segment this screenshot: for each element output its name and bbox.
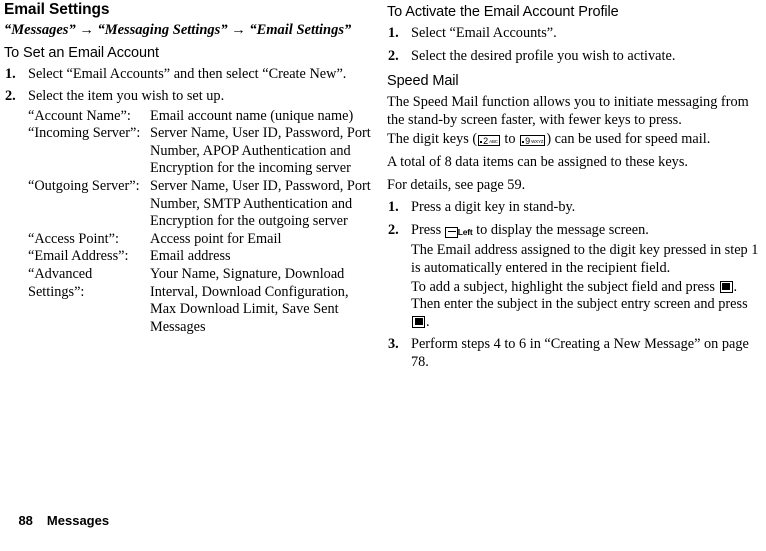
definition-description: Server Name, User ID, Password, Port Num…	[150, 125, 371, 177]
set-email-account-steps: 1. Select “Email Accounts” and then sele…	[4, 66, 377, 106]
step-item: 3. Perform steps 4 to 6 in “Creating a N…	[387, 336, 760, 371]
center-select-key-icon	[719, 280, 733, 293]
definition-description: Server Name, User ID, Password, Port Num…	[150, 178, 371, 230]
left-column: Email Settings “Messages” → “Messaging S…	[4, 0, 377, 336]
speed-mail-steps: 1. Press a digit key in stand-by. 2. Pre…	[387, 199, 760, 371]
step-number: 2.	[5, 88, 16, 105]
keycap-digit: 2	[483, 136, 489, 147]
step-text: Select the desired profile you wish to a…	[411, 47, 676, 64]
definition-term: “Advanced Settings”:	[28, 266, 93, 300]
page-footer: 88 Messages	[4, 497, 109, 545]
step-text: Select “Email Accounts” and then select …	[28, 65, 347, 82]
definition-term: “Outgoing Server”:	[28, 178, 140, 195]
details-reference-paragraph: For details, see page 59.	[387, 176, 526, 193]
definition-row: “Outgoing Server”: Server Name, User ID,…	[4, 178, 377, 231]
footer-page-number: 88	[18, 513, 33, 528]
subject-text-part1: To add a subject, highlight the subject …	[411, 278, 719, 295]
definition-term: “Account Name”:	[28, 107, 131, 124]
subject-text-part3: .	[426, 313, 430, 330]
keycap-letters: WXYZ	[531, 138, 544, 144]
step-item: 1. Select “Email Accounts” and then sele…	[4, 66, 377, 84]
step-number: 2.	[388, 47, 399, 64]
section-heading-activate-profile: To Activate the Email Account Profile	[387, 4, 619, 20]
center-select-key-icon	[412, 315, 425, 328]
total-items-paragraph: A total of 8 data items can be assigned …	[387, 153, 688, 170]
step-number: 2.	[388, 221, 399, 238]
softkey-box-icon	[444, 226, 458, 238]
step-number: 3.	[388, 336, 399, 353]
keycap-dot-icon	[522, 140, 525, 143]
definition-term: “Email Address”:	[28, 248, 129, 265]
definition-description: Your Name, Signature, Download Interval,…	[150, 266, 349, 335]
step-number: 1.	[5, 65, 16, 82]
email-settings-definition-list: “Account Name”: Email account name (uniq…	[4, 108, 377, 337]
step-item: 1. Select “Email Accounts”.	[387, 25, 760, 43]
step-text: Press a digit key in stand-by.	[411, 199, 576, 216]
keycap-dot-icon	[480, 140, 483, 143]
definition-term: “Incoming Server”:	[28, 125, 141, 142]
step-sub-text: The Email address assigned to the digit …	[411, 242, 759, 276]
digit-keys-text-before: The digit keys (	[387, 131, 478, 148]
section-heading-set-email-account: To Set an Email Account	[4, 44, 159, 61]
footer-chapter-name: Messages	[46, 513, 110, 528]
step-text-before: Press	[411, 221, 445, 238]
step-item: 2. Select the desired profile you wish t…	[387, 48, 760, 66]
step-text: Select “Email Accounts”.	[411, 25, 557, 41]
definition-description: Email address	[150, 248, 231, 265]
step-item: 1. Press a digit key in stand-by.	[387, 199, 760, 217]
step-sub-text-subject: To add a subject, highlight the subject …	[411, 279, 760, 332]
activate-profile-steps: 1. Select “Email Accounts”. 2. Select th…	[387, 25, 760, 65]
keypad-key-2-icon: 2ABC	[478, 135, 500, 147]
step-text: Select the item you wish to set up.	[28, 88, 225, 105]
section-heading-speed-mail: Speed Mail	[387, 73, 459, 90]
definition-row: “Account Name”: Email account name (uniq…	[4, 108, 377, 126]
right-column: To Activate the Email Account Profile 1.…	[387, 0, 760, 372]
step-number: 1.	[388, 199, 399, 216]
digit-keys-text-after: ) can be used for speed mail.	[546, 131, 711, 148]
definition-term: “Access Point”:	[28, 230, 119, 247]
definition-row: “Email Address”: Email address	[4, 248, 377, 266]
keycap-letters: ABC	[489, 138, 498, 144]
softkey-label: Left	[457, 226, 473, 237]
speed-mail-intro-paragraph: The Speed Mail function allows you to in…	[387, 94, 749, 128]
definition-description: Access point for Email	[150, 230, 282, 247]
manual-page: Email Settings “Messages” → “Messaging S…	[0, 0, 766, 551]
keycap-digit: 9	[525, 136, 531, 147]
keypad-key-9-icon: 9WXYZ	[520, 135, 546, 147]
breadcrumb: “Messages” → “Messaging Settings” → “Ema…	[4, 22, 352, 38]
page-title: Email Settings	[4, 1, 110, 18]
left-softkey-icon: Left	[444, 224, 473, 242]
definition-row: “Access Point”: Access point for Email	[4, 231, 377, 249]
definition-row: “Incoming Server”: Server Name, User ID,…	[4, 125, 377, 178]
step-item: 2. Press Left to display the message scr…	[387, 222, 760, 332]
step-number: 1.	[388, 25, 399, 41]
digit-keys-paragraph: The digit keys (2ABC to 9WXYZ) can be us…	[387, 131, 760, 149]
definition-row: “Advanced Settings”: Your Name, Signatur…	[4, 266, 377, 336]
step-text-after: to display the message screen.	[472, 221, 649, 238]
digit-keys-text-between: to	[500, 131, 520, 148]
step-text: Perform steps 4 to 6 in “Creating a New …	[411, 336, 749, 370]
step-item: 2. Select the item you wish to set up.	[4, 88, 377, 106]
definition-description: Email account name (unique name)	[150, 107, 354, 124]
